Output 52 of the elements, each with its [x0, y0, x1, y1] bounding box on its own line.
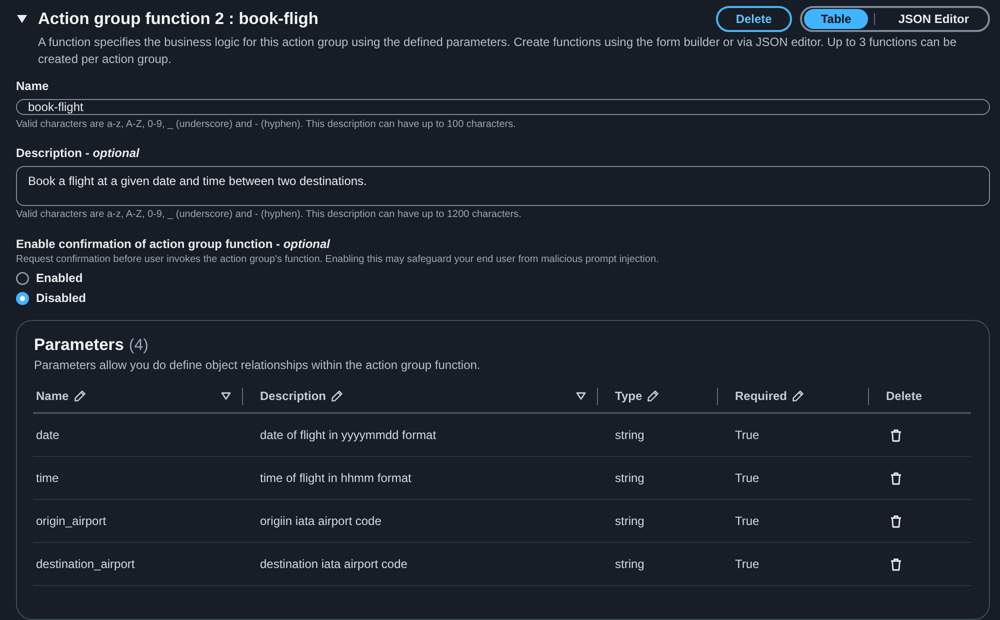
parameter-count: (4) [128, 337, 148, 355]
toggle-option[interactable]: JSON Editor [881, 9, 986, 29]
table-cell-text: string [614, 471, 646, 485]
column-header: Name [36, 388, 69, 402]
field-hint: Valid characters are a-z, A-Z, 0-9, _ (underscore) and - (hyphen). This description can have up to 100 characters. [16, 118, 517, 132]
pencil-icon[interactable] [792, 390, 804, 402]
radio-label[interactable]: Enabled [36, 271, 83, 285]
radio-label[interactable]: Disabled [36, 291, 86, 305]
description-input[interactable]: Book a flight at a given date and time between two destinations. [16, 166, 990, 206]
field-label: Enable confirmation of action group function - optional [16, 236, 332, 252]
field-hint: Valid characters are a-z, A-Z, 0-9, _ (underscore) and - (hyphen). This description can have up to 1200 characters. [16, 208, 522, 222]
pencil-icon[interactable] [74, 390, 86, 402]
column-header: Description [260, 388, 326, 402]
trash-icon[interactable] [890, 558, 902, 570]
trash-icon[interactable] [890, 472, 902, 484]
trash-icon[interactable] [890, 514, 902, 528]
trash-icon[interactable] [890, 428, 902, 442]
field-hint: Request confirmation before user invokes the action group's function. Enabling this may safeguard your end user from malicious prompt injection. [16, 253, 660, 267]
panel-title: Parameters [34, 335, 124, 355]
column-header: Delete [886, 388, 922, 402]
table-cell-text: date [35, 428, 60, 442]
table-cell-text: date of flight in yyyymmdd format [259, 428, 438, 442]
table-cell-text: string [614, 428, 646, 442]
sort-icon[interactable] [576, 392, 586, 400]
toggle-option[interactable]: Table [804, 9, 868, 29]
name-input[interactable]: book-flight [16, 99, 990, 115]
sort-icon[interactable] [221, 392, 231, 400]
column-header: Required [735, 388, 788, 402]
table-cell-text: destination iata airport code [259, 557, 408, 571]
radio-button[interactable] [16, 292, 29, 304]
table-cell-text: time [35, 471, 60, 485]
table-cell-text: origin_airport [35, 514, 108, 528]
table-cell-text: string [614, 557, 646, 571]
panel-description: Parameters allow you do define object relationships within the action group function. [34, 357, 482, 373]
table-cell-text: True [734, 557, 760, 571]
pencil-icon[interactable] [647, 390, 660, 402]
pencil-icon[interactable] [331, 390, 344, 402]
field-label: Description - optional [16, 145, 140, 161]
radio-button[interactable] [16, 272, 29, 284]
table-cell-text: destination_airport [35, 557, 136, 571]
column-header: Type [615, 388, 642, 402]
caret-down-icon[interactable] [16, 13, 28, 25]
field-label: Name [16, 78, 50, 94]
delete-button[interactable]: Delete [716, 6, 792, 32]
section-title: Action group function 2 : book-fligh [38, 10, 320, 28]
table-cell-text: time of flight in hhmm format [259, 471, 412, 485]
section-description: A function specifies the business logic for this action group using the defined parameters. Create functions using the form builder or via JSON editor. Up to 3 functions can be created per action group. [38, 34, 958, 68]
table-cell-text: string [614, 514, 646, 528]
table-cell-text: True [734, 471, 760, 485]
table-cell-text: True [734, 428, 760, 442]
table-cell-text: origiin iata airport code [259, 514, 382, 528]
table-cell-text: True [734, 514, 760, 528]
